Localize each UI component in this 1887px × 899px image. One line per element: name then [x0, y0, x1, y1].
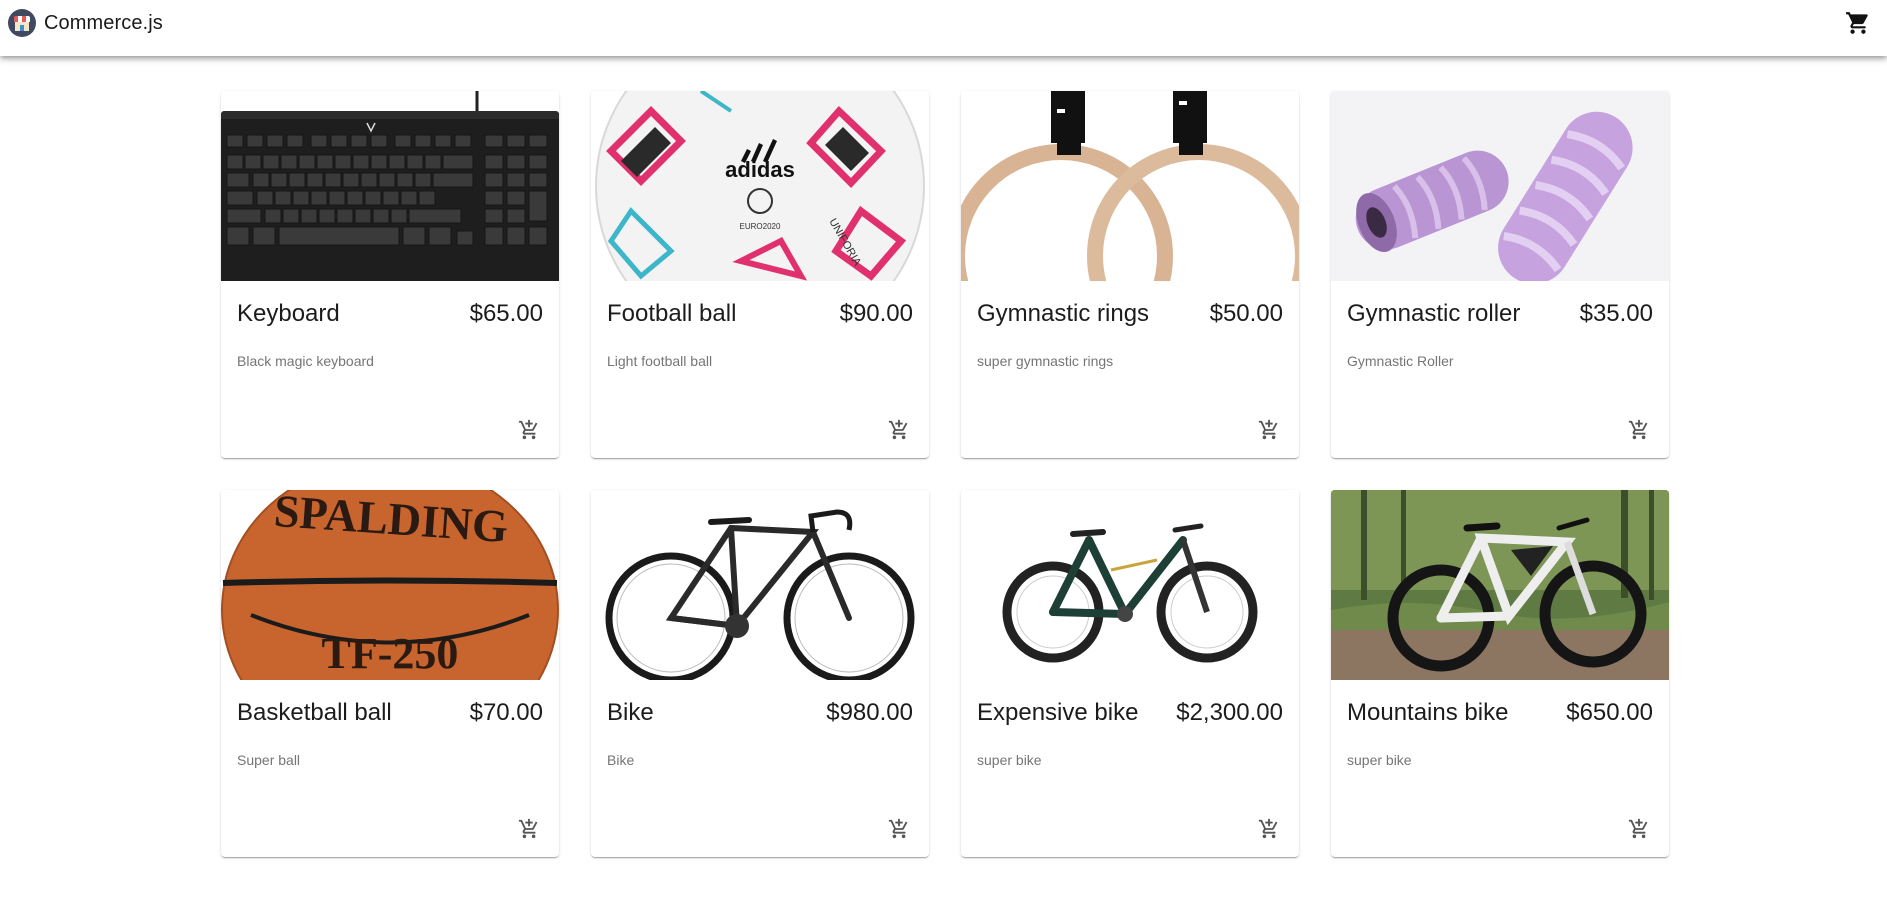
product-price: $980.00 — [826, 699, 913, 726]
add-to-cart-button[interactable] — [515, 815, 543, 843]
product-header: Basketball ball $70.00 — [237, 699, 543, 727]
product-description: Gymnastic Roller — [1347, 353, 1454, 369]
add-to-cart-button[interactable] — [885, 416, 913, 444]
product-price: $70.00 — [469, 699, 543, 726]
add-shopping-cart-icon — [1628, 818, 1648, 839]
product-header: Expensive bike $2,300.00 — [977, 699, 1283, 727]
product-name: Bike — [607, 699, 654, 726]
product-description: Super ball — [237, 752, 301, 768]
product-name: Gymnastic roller — [1347, 300, 1521, 327]
product-name: Keyboard — [237, 300, 340, 327]
product-name: Gymnastic rings — [977, 300, 1150, 327]
product-price: $35.00 — [1579, 300, 1653, 327]
product-header: Mountains bike $650.00 — [1347, 699, 1653, 727]
add-to-cart-button[interactable] — [515, 416, 543, 444]
product-card: adidas EURO2020 UNIFORIA Football ball $… — [591, 91, 929, 458]
shopping-cart-icon — [1846, 12, 1868, 34]
product-image-expensive-bike — [961, 490, 1299, 680]
product-header: Bike $980.00 — [607, 699, 913, 727]
add-to-cart-button[interactable] — [1625, 815, 1653, 843]
app-bar: Commerce.js — [0, 0, 1887, 56]
product-image-gymnastic-rings — [961, 91, 1299, 281]
product-card: Keyboard $65.00 Black magic keyboard — [221, 91, 559, 458]
product-card: Bike $980.00 Bike — [591, 490, 929, 857]
product-image-football: adidas EURO2020 UNIFORIA — [591, 91, 929, 281]
product-price: $50.00 — [1209, 300, 1283, 327]
cart-button[interactable] — [1845, 10, 1877, 38]
product-name: Mountains bike — [1347, 699, 1509, 726]
product-card: SPALDING TF-250 Basketball ball $70.00 S… — [221, 490, 559, 857]
product-image-gymnastic-roller — [1331, 91, 1669, 281]
add-shopping-cart-icon — [1258, 419, 1278, 440]
product-card: Mountains bike $650.00 super bike — [1331, 490, 1669, 857]
product-image-bike — [591, 490, 929, 680]
add-shopping-cart-icon — [1628, 419, 1648, 440]
add-shopping-cart-icon — [518, 419, 538, 440]
svg-text:EURO2020: EURO2020 — [740, 222, 781, 231]
add-shopping-cart-icon — [888, 818, 908, 839]
product-header: Gymnastic roller $35.00 — [1347, 300, 1653, 328]
product-grid: Keyboard $65.00 Black magic keyboard adi… — [221, 91, 1671, 857]
product-description: super bike — [1347, 752, 1412, 768]
product-header: Football ball $90.00 — [607, 300, 913, 328]
app-title: Commerce.js — [44, 11, 163, 34]
add-to-cart-button[interactable] — [1255, 416, 1283, 444]
product-description: super bike — [977, 752, 1042, 768]
product-price: $650.00 — [1566, 699, 1653, 726]
product-price: $90.00 — [839, 300, 913, 327]
product-card: Expensive bike $2,300.00 super bike — [961, 490, 1299, 857]
product-header: Gymnastic rings $50.00 — [977, 300, 1283, 328]
brand[interactable]: Commerce.js — [8, 9, 163, 37]
product-card: Gymnastic rings $50.00 super gymnastic r… — [961, 91, 1299, 458]
product-card: Gymnastic roller $35.00 Gymnastic Roller — [1331, 91, 1669, 458]
add-shopping-cart-icon — [888, 419, 908, 440]
product-name: Basketball ball — [237, 699, 392, 726]
svg-text:TF-250: TF-250 — [322, 629, 459, 678]
product-header: Keyboard $65.00 — [237, 300, 543, 328]
store-logo-icon — [8, 9, 36, 37]
add-shopping-cart-icon — [518, 818, 538, 839]
add-to-cart-button[interactable] — [1255, 815, 1283, 843]
product-name: Expensive bike — [977, 699, 1139, 726]
svg-text:adidas: adidas — [725, 157, 795, 182]
product-description: super gymnastic rings — [977, 353, 1114, 369]
product-description: Bike — [607, 752, 635, 768]
add-shopping-cart-icon — [1258, 818, 1278, 839]
add-to-cart-button[interactable] — [885, 815, 913, 843]
product-image-basketball: SPALDING TF-250 — [221, 490, 559, 680]
product-name: Football ball — [607, 300, 737, 327]
product-description: Light football ball — [607, 353, 713, 369]
product-description: Black magic keyboard — [237, 353, 374, 369]
product-image-mountain-bike — [1331, 490, 1669, 680]
product-price: $65.00 — [469, 300, 543, 327]
product-image-keyboard — [221, 91, 559, 281]
add-to-cart-button[interactable] — [1625, 416, 1653, 444]
product-price: $2,300.00 — [1176, 699, 1283, 726]
